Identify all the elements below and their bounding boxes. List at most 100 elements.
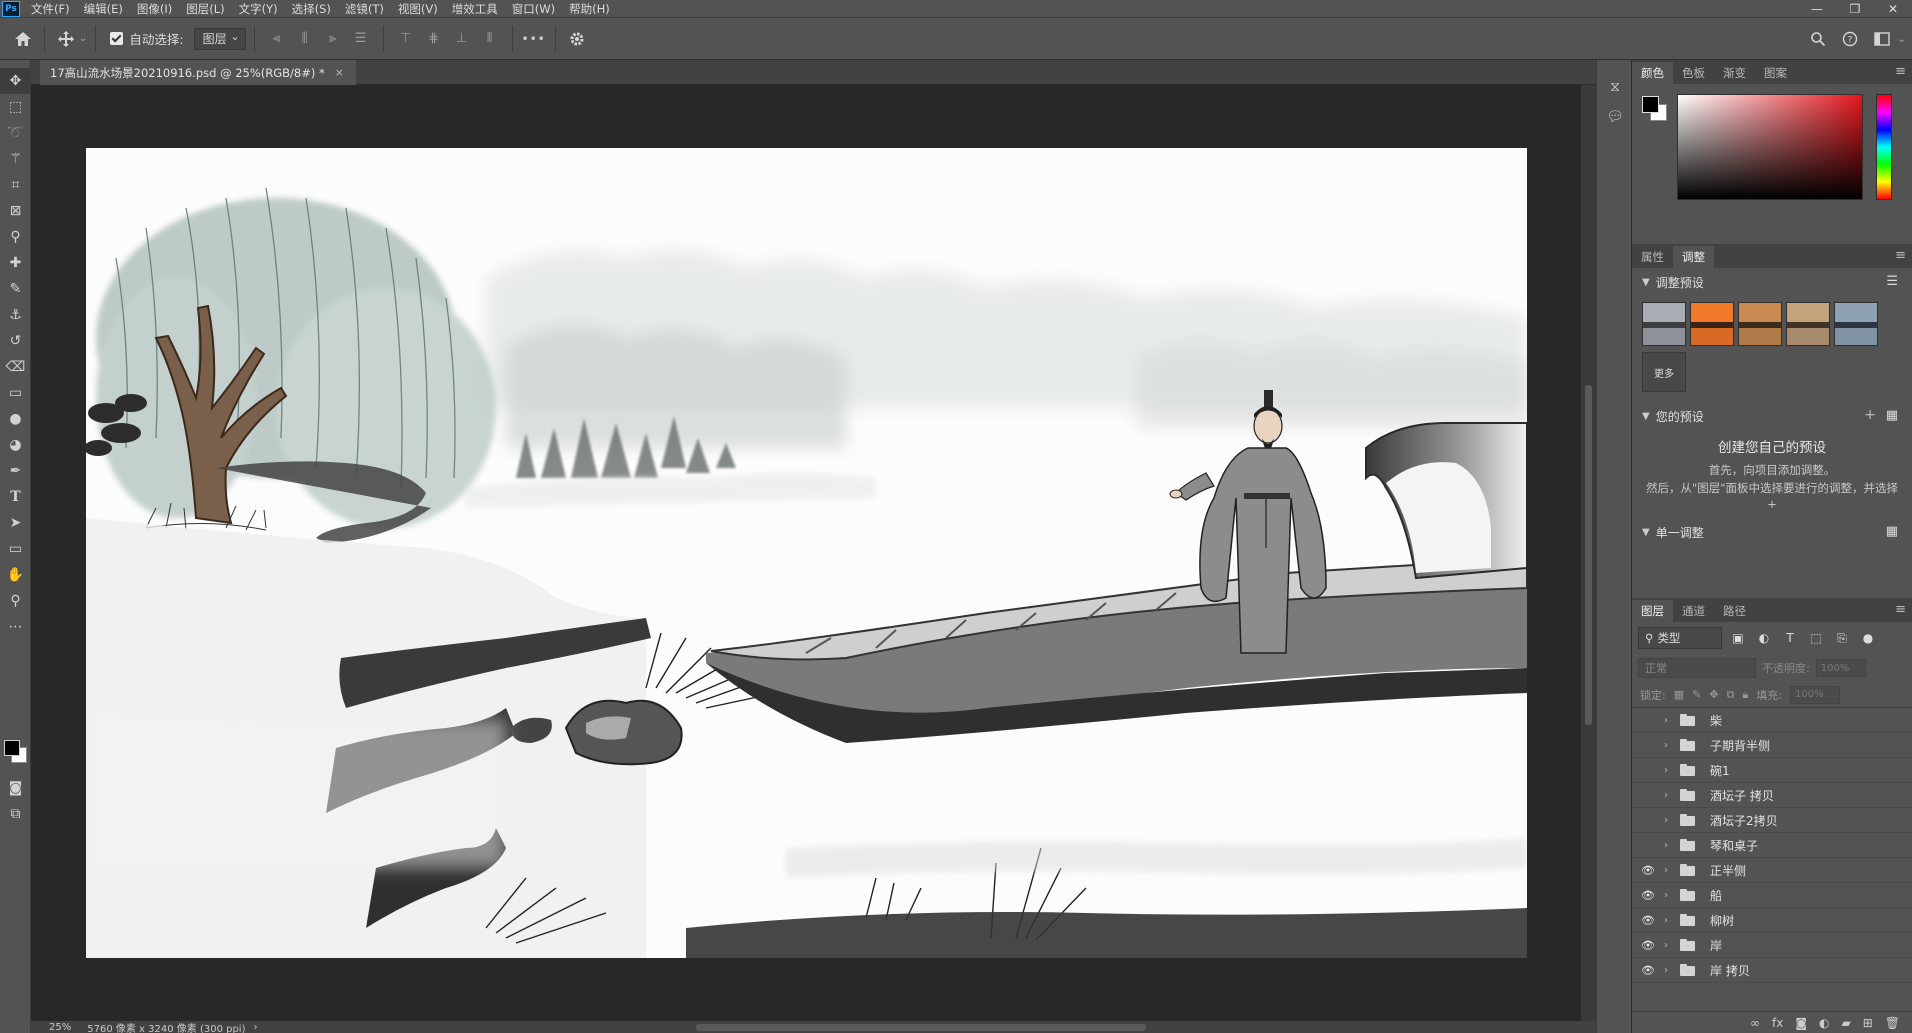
layer-row[interactable]: 👁︎ › 柳树 xyxy=(1632,908,1912,933)
type-filter-icon[interactable]: T xyxy=(1780,631,1800,645)
menu-file[interactable]: 文件(F) xyxy=(24,1,77,17)
visibility-eye-icon[interactable]: 👁︎ xyxy=(1636,939,1660,952)
eyedropper-tool-icon[interactable]: ⚲ xyxy=(0,224,31,250)
quick-mask-icon[interactable]: ◙ xyxy=(0,775,31,801)
more-options-icon[interactable]: ••• xyxy=(521,26,547,52)
chevron-right-icon[interactable]: › xyxy=(1664,790,1676,801)
foreground-color-swatch[interactable] xyxy=(1642,96,1659,113)
visibility-eye-icon[interactable]: 👁︎ xyxy=(1636,889,1660,902)
link-layers-icon[interactable]: ∞ xyxy=(1750,1016,1760,1030)
gear-icon[interactable] xyxy=(564,26,590,52)
list-view-icon[interactable]: ☰ xyxy=(1886,274,1898,289)
zoom-tool-icon[interactable]: ⚲ xyxy=(0,588,31,614)
chevron-right-icon[interactable]: › xyxy=(1664,890,1676,901)
lock-pixels-icon[interactable]: ✎ xyxy=(1692,688,1701,701)
chevron-right-icon[interactable]: › xyxy=(1664,865,1676,876)
autoselect-checkbox[interactable] xyxy=(110,32,124,45)
zoom-level[interactable]: 25% xyxy=(49,1022,71,1033)
minimize-button[interactable]: — xyxy=(1798,0,1836,18)
path-selection-tool-icon[interactable]: ➤ xyxy=(0,510,31,536)
gradient-tool-icon[interactable]: ▭ xyxy=(0,380,31,406)
new-adjustment-icon[interactable]: ◐ xyxy=(1819,1016,1829,1030)
pen-tool-icon[interactable]: ✒ xyxy=(0,458,31,484)
add-mask-icon[interactable]: ◙ xyxy=(1795,1016,1807,1030)
menu-type[interactable]: 文字(Y) xyxy=(232,1,285,17)
tab-swatches[interactable]: 色板 xyxy=(1673,62,1714,84)
move-tool-icon[interactable] xyxy=(53,26,79,52)
fill-field[interactable]: 100% xyxy=(1790,685,1840,704)
distribute-vertical-icon[interactable]: ☰ xyxy=(347,26,375,52)
align-bottom-icon[interactable]: ⊥ xyxy=(448,26,476,52)
adjustment-filter-icon[interactable]: ◐ xyxy=(1754,631,1774,645)
layer-row[interactable]: 👁︎ › 酒坛子 拷贝 xyxy=(1632,783,1912,808)
lock-position-icon[interactable]: ✥ xyxy=(1709,688,1718,701)
lock-transparency-icon[interactable]: ▦ xyxy=(1674,688,1684,701)
menu-select[interactable]: 选择(S) xyxy=(285,1,338,17)
layer-row[interactable]: 👁︎ › 子期背半侧 xyxy=(1632,733,1912,758)
panel-menu-icon[interactable]: ≡ xyxy=(1895,248,1906,263)
align-vcenter-icon[interactable]: ⋕ xyxy=(420,26,448,52)
tab-gradients[interactable]: 渐变 xyxy=(1714,62,1755,84)
preset-thumbnail[interactable] xyxy=(1690,302,1734,346)
type-tool-icon[interactable]: T xyxy=(0,484,31,510)
smart-object-filter-icon[interactable]: ⎘ xyxy=(1832,631,1852,646)
move-tool-icon[interactable]: ✥ xyxy=(0,68,31,94)
chevron-down-icon[interactable]: ⌄ xyxy=(1898,34,1906,45)
foreground-color-swatch[interactable] xyxy=(4,740,20,756)
more-presets-button[interactable]: 更多 xyxy=(1642,352,1686,392)
align-left-icon[interactable]: ⫷ xyxy=(263,26,291,52)
chevron-right-icon[interactable]: › xyxy=(1664,815,1676,826)
hand-tool-icon[interactable]: ✋ xyxy=(0,562,31,588)
layer-row[interactable]: 👁︎ › 碗1 xyxy=(1632,758,1912,783)
your-presets-header[interactable]: ▼ 您的预设 + ▦ xyxy=(1632,402,1912,430)
search-icon[interactable] xyxy=(1802,26,1834,52)
align-hcenter-icon[interactable]: ⫼ xyxy=(291,26,319,52)
document-canvas[interactable] xyxy=(86,148,1527,958)
vertical-scrollbar[interactable] xyxy=(1581,85,1596,1021)
tab-paths[interactable]: 路径 xyxy=(1714,600,1755,622)
preset-thumbnail[interactable] xyxy=(1834,302,1878,346)
horizontal-scroll-thumb[interactable] xyxy=(696,1024,1146,1031)
align-right-icon[interactable]: ⫸ xyxy=(319,26,347,52)
fx-icon[interactable]: fx xyxy=(1772,1016,1783,1030)
visibility-eye-icon[interactable]: 👁︎ xyxy=(1636,839,1660,852)
tab-patterns[interactable]: 图案 xyxy=(1755,62,1796,84)
lasso-tool-icon[interactable]: ➰ xyxy=(0,120,31,146)
eraser-tool-icon[interactable]: ⌫ xyxy=(0,354,31,380)
blur-tool-icon[interactable]: ● xyxy=(0,406,31,432)
chevron-right-icon[interactable]: › xyxy=(1664,715,1676,726)
vertical-scroll-thumb[interactable] xyxy=(1585,385,1592,725)
autoselect-target-dropdown[interactable]: 图层 xyxy=(193,27,246,50)
visibility-eye-icon[interactable]: 👁︎ xyxy=(1636,789,1660,802)
preset-thumbnail[interactable] xyxy=(1642,302,1686,346)
menu-filter[interactable]: 滤镜(T) xyxy=(338,1,391,17)
tab-layers[interactable]: 图层 xyxy=(1632,600,1673,622)
canvas-area[interactable] xyxy=(31,85,1581,1021)
healing-brush-tool-icon[interactable]: ✚ xyxy=(0,250,31,276)
chevron-right-icon[interactable]: › xyxy=(1664,940,1676,951)
panel-menu-icon[interactable]: ≡ xyxy=(1895,64,1906,79)
close-window-button[interactable]: ✕ xyxy=(1874,0,1912,18)
menu-layer[interactable]: 图层(L) xyxy=(179,1,231,17)
history-icon[interactable]: ⧖ xyxy=(1597,72,1633,102)
status-arrow-icon[interactable]: › xyxy=(254,1022,258,1033)
chevron-right-icon[interactable]: › xyxy=(1664,915,1676,926)
layer-row[interactable]: 👁︎ › 船 xyxy=(1632,883,1912,908)
visibility-eye-icon[interactable]: 👁︎ xyxy=(1636,914,1660,927)
grid-view-icon[interactable]: ▦ xyxy=(1886,408,1898,423)
single-adjustment-header[interactable]: ▼ 单一调整 ▦ xyxy=(1632,518,1912,546)
chevron-right-icon[interactable]: › xyxy=(1664,740,1676,751)
new-group-icon[interactable]: ▰ xyxy=(1841,1016,1850,1030)
magic-wand-tool-icon[interactable]: ⚚ xyxy=(0,146,31,172)
lock-artboard-icon[interactable]: ⧉ xyxy=(1727,688,1735,702)
filter-toggle-icon[interactable]: ● xyxy=(1858,631,1878,645)
panel-menu-icon[interactable]: ≡ xyxy=(1895,602,1906,617)
workspace-icon[interactable] xyxy=(1866,26,1898,52)
layer-row[interactable]: 👁︎ › 柴 xyxy=(1632,708,1912,733)
align-top-icon[interactable]: ⊤ xyxy=(392,26,420,52)
frame-tool-icon[interactable]: ⊠ xyxy=(0,198,31,224)
rectangle-tool-icon[interactable]: ▭ xyxy=(0,536,31,562)
grid-view-icon[interactable]: ▦ xyxy=(1886,524,1898,539)
chevron-right-icon[interactable]: › xyxy=(1664,840,1676,851)
menu-help[interactable]: 帮助(H) xyxy=(562,1,617,17)
